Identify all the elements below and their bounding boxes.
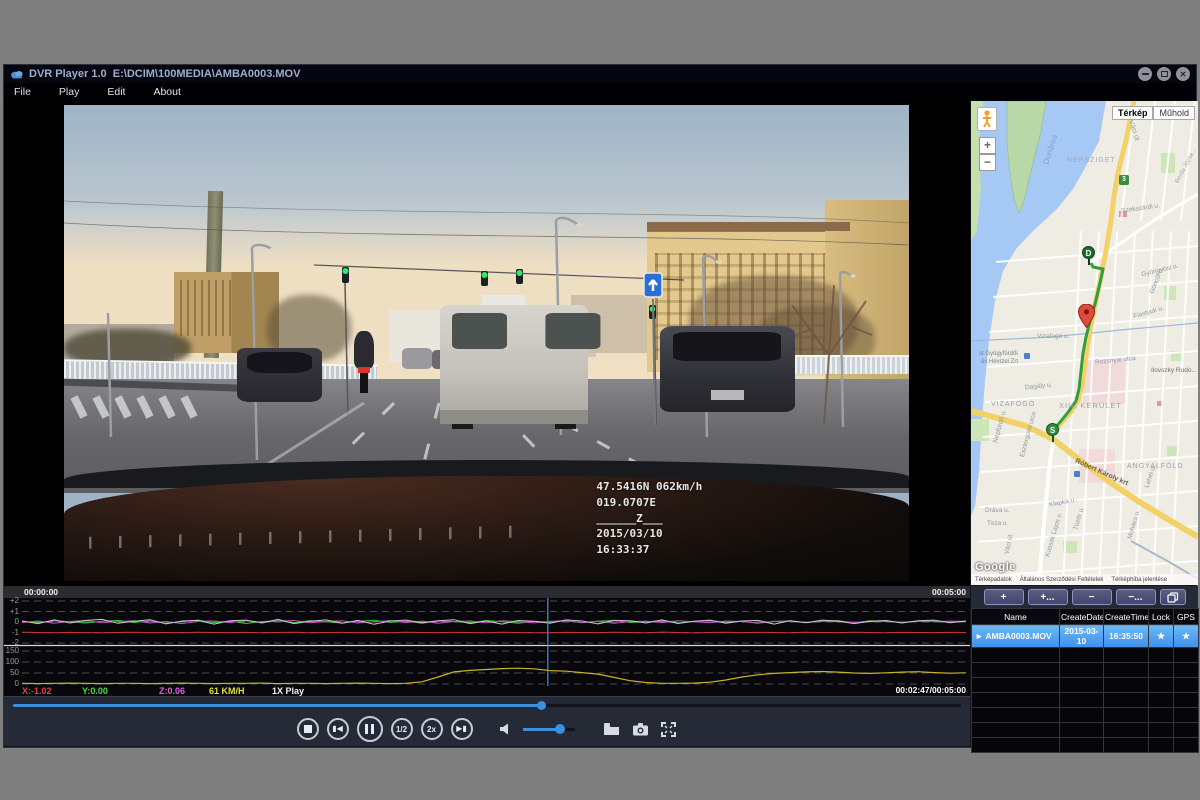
window-controls: ✕ [1138, 67, 1190, 81]
table-row-empty[interactable] [972, 708, 1199, 723]
table-row-empty[interactable] [972, 723, 1199, 738]
map-label: Tisza u. [987, 521, 1008, 527]
file-create-time: 16:35:50 [1104, 625, 1149, 648]
map-label: NÉPSZIGET [1067, 157, 1116, 164]
transit-icon [1074, 471, 1080, 477]
play-indicator-icon: ► [975, 631, 983, 641]
map-marker-destination[interactable]: D [1082, 246, 1095, 259]
seek-bar-row [4, 696, 970, 712]
route-number-badge: 3 [1119, 175, 1129, 185]
maximize-icon[interactable] [1157, 67, 1171, 81]
menubar: File Play Edit About [4, 83, 1196, 101]
titlebar: DVR Player 1.0 E:\DCIM\100MEDIA\AMBA0003… [4, 65, 1196, 83]
copy-files-button[interactable] [1160, 589, 1186, 605]
add-file-button[interactable]: + [984, 589, 1024, 605]
remove-files-button[interactable]: −... [1116, 589, 1156, 605]
double-speed-button[interactable]: 2x [421, 718, 443, 740]
volume-slider[interactable] [523, 728, 575, 731]
map-marker-current-position[interactable] [1078, 304, 1095, 328]
table-row-selected[interactable]: ► AMBA0003.MOV 2015-03-10 16:35:50 ★ ★ [972, 625, 1199, 648]
map-marker-start[interactable]: S [1046, 423, 1059, 436]
seek-thumb[interactable] [537, 701, 546, 710]
window-title: DVR Player 1.0 E:\DCIM\100MEDIA\AMBA0003… [29, 68, 300, 80]
file-table: Name CreateDate CreateTime Lock GPS ► AM… [971, 608, 1199, 753]
readout-speed: 61 KM/H [209, 686, 245, 696]
gps-star-icon[interactable]: ★ [1174, 625, 1199, 648]
video-area: 47.5416N 062km/h 019.0707E ______Z___ 20… [4, 101, 970, 586]
dvr-player-window: DVR Player 1.0 E:\DCIM\100MEDIA\AMBA0003… [3, 64, 1197, 748]
map-label: és Hévízei Zrt [981, 359, 1018, 365]
add-files-button[interactable]: +... [1028, 589, 1068, 605]
map-label: st Gyógyfürdői [979, 351, 1018, 357]
playback-controls: ▮◀ 1/2 2x ▶▮ [4, 712, 970, 746]
table-row-empty[interactable] [972, 678, 1199, 693]
gps-overlay-text: 47.5416N 062km/h 019.0707E ______Z___ 20… [596, 479, 702, 559]
minimize-icon[interactable] [1138, 67, 1152, 81]
table-row-empty[interactable] [972, 648, 1199, 663]
menu-about[interactable]: About [153, 86, 180, 98]
volume-thumb[interactable] [555, 724, 565, 734]
menu-play[interactable]: Play [59, 86, 79, 98]
map-type-switcher: Térkép Műhold [1112, 106, 1195, 120]
pegman-icon[interactable] [977, 107, 997, 131]
desktop-background: DVR Player 1.0 E:\DCIM\100MEDIA\AMBA0003… [0, 0, 1200, 800]
readout-gy: Y:0.00 [82, 686, 108, 696]
video-car [237, 348, 322, 403]
map-attribution: Térképadatok Általános Szerződési Feltét… [971, 574, 1198, 585]
sensor-timeline-graph[interactable]: 00:00:00 00:05:00 +2 +1 0 -1 -2 150 100 … [4, 586, 970, 696]
map-label: VIZAFOGÓ [991, 401, 1035, 408]
video-motorcyclist [350, 331, 379, 393]
google-logo: Google [975, 561, 1016, 573]
next-icon[interactable]: ▶▮ [451, 718, 473, 740]
previous-icon[interactable]: ▮◀ [327, 718, 349, 740]
map-button-terkep[interactable]: Térkép [1112, 106, 1154, 120]
pause-icon[interactable] [357, 716, 383, 742]
seek-slider[interactable] [13, 704, 961, 707]
fullscreen-icon[interactable] [661, 722, 676, 737]
video-van [440, 305, 588, 424]
app-cloud-icon [10, 69, 24, 80]
menu-file[interactable]: File [14, 86, 31, 98]
readout-gz: Z:0.06 [159, 686, 185, 696]
map-zoom-out-button[interactable]: − [979, 154, 996, 171]
map-panel: DunăreaNÉPSZIGETVáci útBerda Józse...Sze… [971, 101, 1198, 585]
transit-icon [1024, 353, 1030, 359]
map-label: Ilovszky Rudo... [1151, 367, 1197, 374]
half-speed-button[interactable]: 1/2 [391, 718, 413, 740]
table-row-empty[interactable] [972, 663, 1199, 678]
playback-position-time: 00:02:47/00:05:00 [896, 685, 966, 695]
file-panel: + +... − −... Name CreateDate CreateTime [971, 586, 1198, 749]
map-button-muhold[interactable]: Műhold [1153, 106, 1195, 120]
speaker-icon[interactable] [499, 722, 511, 736]
dashcam-video-frame: 47.5416N 062km/h 019.0707E ______Z___ 20… [64, 105, 909, 581]
map-zoom-in-button[interactable]: + [979, 137, 996, 154]
remove-file-button[interactable]: − [1072, 589, 1112, 605]
file-create-date: 2015-03-10 [1060, 625, 1104, 648]
menu-edit[interactable]: Edit [107, 86, 125, 98]
map-label: XIII. KERÜLET [1059, 401, 1122, 410]
table-header-row: Name CreateDate CreateTime Lock GPS [972, 609, 1199, 625]
video-suv [660, 326, 795, 412]
map-label: Vizafogó u. [1037, 333, 1069, 340]
file-toolbar: + +... − −... [971, 586, 1198, 608]
lock-star-icon[interactable]: ★ [1149, 625, 1174, 648]
map-label: Dráva u. [985, 507, 1010, 514]
file-name: AMBA0003.MOV [985, 631, 1051, 641]
stop-icon[interactable] [297, 718, 319, 740]
readout-gx: X:-1.02 [22, 686, 52, 696]
folder-icon[interactable] [603, 722, 620, 736]
table-row-empty[interactable] [972, 693, 1199, 708]
table-row-empty[interactable] [972, 738, 1199, 753]
camera-icon[interactable] [632, 722, 649, 736]
close-icon[interactable]: ✕ [1176, 67, 1190, 81]
readout-play-rate: 1X Play [272, 686, 304, 696]
